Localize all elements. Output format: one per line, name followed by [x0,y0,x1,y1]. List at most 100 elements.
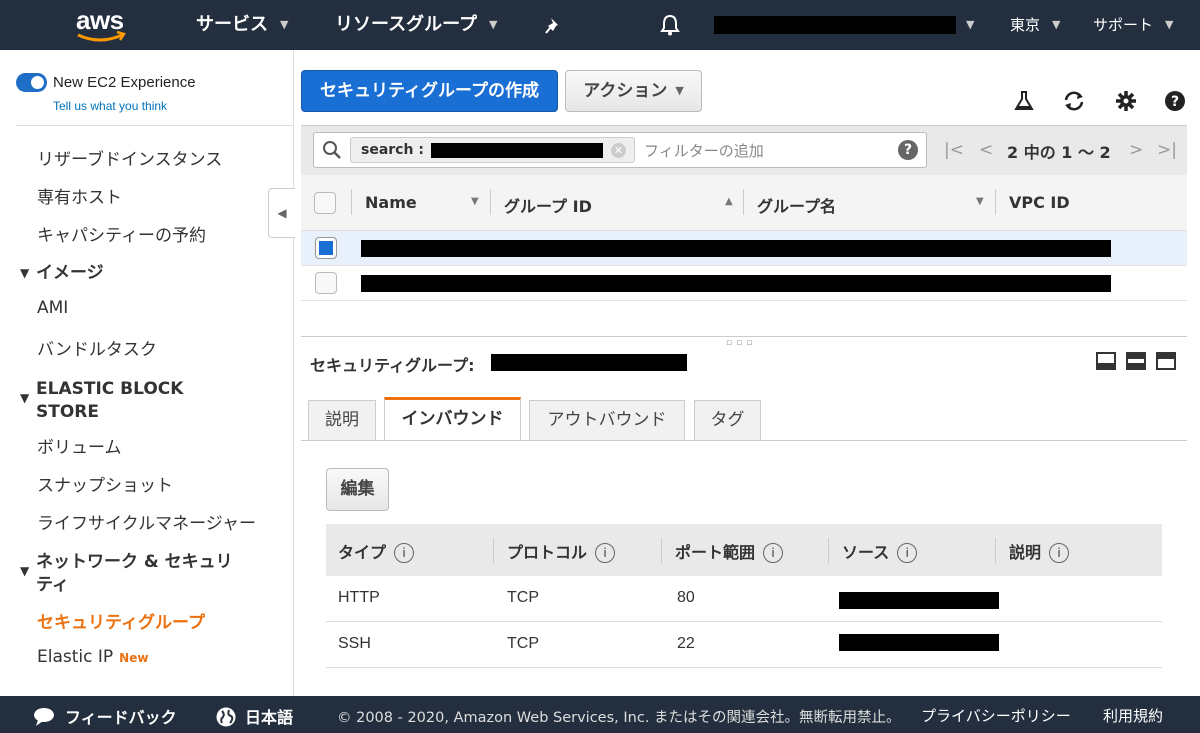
create-security-group-button[interactable]: セキュリティグループの作成 [301,70,558,112]
column-divider [743,189,744,215]
services-label: サービス [196,14,268,35]
table-row[interactable] [301,231,1187,266]
terms-link[interactable]: 利用規約 [1103,705,1163,726]
edit-rules-button[interactable]: 編集 [326,468,389,511]
tab-outbound[interactable]: アウトバウンド [529,400,685,440]
gear-icon[interactable] [1114,90,1138,114]
column-header-group-id[interactable]: グループ ID [504,193,592,217]
section-label: ELASTIC BLOCK STORE [36,378,183,424]
column-header-name[interactable]: Name [365,193,417,212]
caret-down-icon: ▼ [20,266,30,280]
sort-down-icon[interactable]: ▼ [976,196,984,207]
layout-split-icon[interactable] [1126,352,1146,370]
tab-inbound[interactable]: インバウンド [384,397,521,441]
bell-icon[interactable] [660,0,682,50]
actions-button[interactable]: アクション ▼ [565,70,702,112]
column-header-vpc-id[interactable]: VPC ID [1009,193,1070,212]
last-page-icon[interactable]: >| [1157,140,1177,160]
sidebar-section-images[interactable]: ▼ イメージ [20,262,104,285]
sort-down-icon[interactable]: ▼ [471,196,479,207]
sidebar-item-reserved-instances[interactable]: リザーブドインスタンス [37,145,222,170]
sidebar-item-ami[interactable]: AMI [37,298,68,318]
section-label-line1: ネットワーク & セキュリ [36,552,233,572]
resource-groups-menu[interactable]: リソースグループ ▼ [335,0,498,50]
row-checkbox[interactable] [315,272,337,294]
info-icon[interactable]: i [394,543,415,563]
feedback-link[interactable]: Tell us what you think [53,99,167,113]
column-header-protocol: プロトコル i [507,539,616,563]
sidebar-item-dedicated-hosts[interactable]: 専有ホスト [37,183,122,208]
aws-smile-icon [77,30,126,42]
info-icon[interactable]: i [595,543,616,563]
sidebar-item-elastic-ip[interactable]: Elastic IP New [37,647,148,667]
account-name-redacted[interactable] [714,16,956,34]
column-divider [995,538,996,564]
sidebar-item-security-groups[interactable]: セキュリティグループ [37,608,205,633]
region-menu[interactable]: 東京 ▼ [1010,0,1060,50]
tab-tags[interactable]: タグ [694,400,761,440]
prev-page-icon[interactable]: < [979,140,993,160]
sidebar-item-volumes[interactable]: ボリューム [37,433,122,458]
grid-header: Name ▼ グループ ID ▲ グループ名 ▼ VPC ID [301,175,1187,231]
layout-top-icon[interactable] [1156,352,1176,370]
info-icon[interactable]: i [763,543,784,563]
sidebar-item-snapshots[interactable]: スナップショット [37,471,173,496]
table-row[interactable] [301,266,1187,301]
help-icon[interactable]: ? [1163,90,1187,114]
filter-token[interactable]: search : ✕ [350,137,635,163]
column-header-port-range: ポート範囲 i [675,539,784,563]
column-header-group-name[interactable]: グループ名 [757,193,836,217]
language-selector[interactable]: 日本語 [215,704,293,728]
sidebar-item-bundle-tasks[interactable]: バンドルタスク [37,335,157,360]
chevron-down-icon: ▼ [489,18,498,31]
info-icon[interactable]: i [1049,543,1070,563]
sidebar-section-ebs[interactable]: ▼ ELASTIC BLOCK STORE [20,378,183,424]
add-filter-placeholder[interactable]: フィルターの追加 [644,140,764,161]
privacy-policy-link[interactable]: プライバシーポリシー [921,705,1071,726]
row-data-redacted [361,275,1111,292]
support-menu[interactable]: サポート ▼ [1093,0,1173,50]
info-icon[interactable]: i [897,543,918,563]
flask-icon[interactable] [1012,90,1036,114]
sidebar-section-network-security[interactable]: ▼ ネットワーク & セキュリ ティ [20,551,233,597]
close-icon[interactable]: ✕ [611,143,626,158]
column-divider [661,538,662,564]
rule-protocol: TCP [507,589,539,606]
search-icon [323,141,341,159]
refresh-icon[interactable] [1062,90,1086,114]
sidebar-item-lifecycle-manager[interactable]: ライフサイクルマネージャー [37,509,256,534]
aws-logo[interactable]: aws [72,5,132,45]
chat-bubble-icon [34,708,54,726]
layout-bottom-icon[interactable] [1096,352,1116,370]
pin-icon[interactable] [545,0,565,50]
search-input[interactable]: search : ✕ フィルターの追加 ? [313,132,927,168]
next-page-icon[interactable]: > [1129,140,1143,160]
tab-description[interactable]: 説明 [308,400,376,440]
filter-value-redacted [431,143,603,158]
svg-text:?: ? [1171,94,1179,110]
column-header-description: 説明 i [1009,539,1070,563]
column-label: ポート範囲 [675,543,756,562]
region-label: 東京 [1010,16,1041,34]
chevron-down-icon: ▼ [280,18,289,31]
language-label: 日本語 [245,708,294,727]
drag-handle-icon[interactable]: ▫▫▫ [726,338,756,348]
sort-up-icon[interactable]: ▲ [725,196,733,207]
column-divider [351,189,352,215]
new-experience-toggle[interactable] [16,73,47,92]
first-page-icon[interactable]: |< [944,140,964,160]
row-checkbox[interactable] [315,237,337,259]
feedback-link[interactable]: フィードバック [33,704,177,728]
select-all-checkbox[interactable] [314,192,336,214]
caret-down-icon: ▼ [20,564,30,578]
top-nav: aws サービス ▼ リソースグループ ▼ ▼ 東京 ▼ サポート ▼ [0,0,1200,50]
panel-splitter[interactable] [301,336,1187,337]
rule-source-redacted [839,592,999,609]
chevron-down-icon[interactable]: ▼ [966,0,974,50]
collapse-sidebar-button[interactable]: ◀ [268,188,295,238]
sidebar-item-capacity-reservations[interactable]: キャパシティーの予約 [37,221,206,246]
column-header-type: タイプ i [338,539,415,563]
column-divider [995,189,996,215]
filter-help-icon[interactable]: ? [898,140,918,160]
services-menu[interactable]: サービス ▼ [196,0,288,50]
